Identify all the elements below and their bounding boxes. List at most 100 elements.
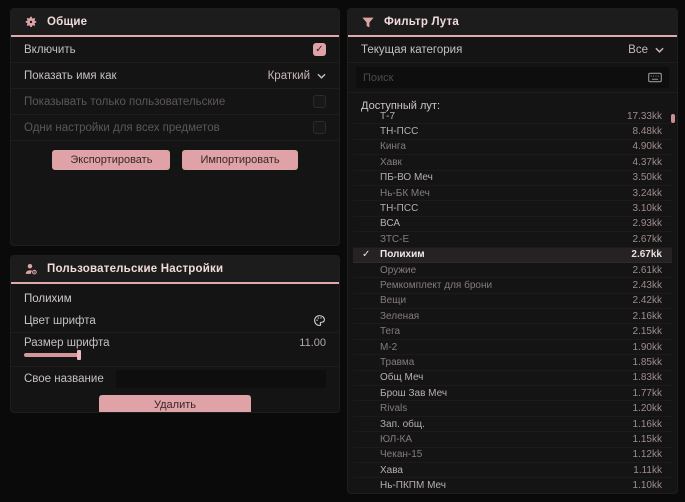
- loot-item-value: 1.10kk: [632, 480, 662, 491]
- search-input[interactable]: [363, 71, 648, 84]
- loot-item-name: ВСА: [380, 218, 401, 230]
- loot-item-row[interactable]: ✓ Полихим 2.67kk: [353, 247, 672, 263]
- general-panel-header: Общие: [11, 9, 339, 37]
- loot-item-row[interactable]: ПБ-ВО Меч 3.50kk: [353, 171, 672, 186]
- only-custom-label: Показывать только пользовательские: [24, 95, 226, 108]
- loot-item-row[interactable]: Ремкомплект для брони 2.43kk: [353, 278, 672, 294]
- loot-item-name: ТН-ПСС: [380, 126, 419, 138]
- custom-settings-title: Пользовательские Настройки: [47, 263, 224, 275]
- show-name-row: Показать имя как Краткий: [11, 63, 339, 89]
- custom-name-row: Свое название: [11, 367, 339, 391]
- font-size-slider[interactable]: [24, 350, 81, 360]
- loot-item-value: 1.90kk: [632, 341, 662, 353]
- loot-item-row[interactable]: Тега 2.15kk: [353, 324, 672, 340]
- loot-item-row[interactable]: Вещи 2.42kk: [353, 294, 672, 310]
- loot-item-name: ПБ-ВО Меч: [380, 172, 433, 184]
- category-dropdown[interactable]: Все: [628, 44, 664, 56]
- loot-filter-title: Фильтр Лута: [384, 16, 459, 28]
- loot-item-row[interactable]: Чекан-15 1.12kk: [353, 448, 672, 463]
- custom-settings-panel: Пользовательские Настройки Полихим Цвет …: [10, 255, 340, 413]
- check-icon: ✓: [362, 249, 371, 261]
- chevron-down-icon: [317, 73, 326, 79]
- loot-item-row[interactable]: ЗТС-Е 2.67kk: [353, 232, 672, 248]
- loot-item-name: Хава: [380, 464, 403, 476]
- loot-item-name: Общ Меч: [380, 372, 424, 384]
- loot-item-row[interactable]: Т-7 17.33kk: [353, 109, 672, 125]
- selected-item-name: Полихим: [24, 293, 72, 305]
- loot-item-row[interactable]: ТН-ПСС 3.10kk: [353, 201, 672, 217]
- category-value: Все: [628, 43, 648, 56]
- loot-item-name: Брош Зав Меч: [380, 387, 448, 399]
- enable-label: Включить: [24, 43, 76, 56]
- loot-item-name: Нь-БК Меч: [380, 187, 430, 199]
- export-button[interactable]: Экспортировать: [52, 150, 171, 170]
- loot-item-name: ТН-ПСС: [380, 203, 419, 215]
- loot-item-name: Зеленая: [380, 310, 420, 322]
- loot-item-row[interactable]: ВСА 2.93kk: [353, 217, 672, 233]
- only-custom-checkbox[interactable]: [313, 95, 326, 108]
- loot-item-row[interactable]: Хавк 4.37kk: [353, 155, 672, 171]
- delete-button[interactable]: Удалить: [99, 395, 251, 412]
- slider-thumb-handle[interactable]: [77, 350, 81, 360]
- loot-item-row[interactable]: Rivals 1.20kk: [353, 401, 672, 417]
- loot-item-value: 2.67kk: [631, 249, 662, 261]
- same-settings-row: Одни настройки для всех предметов: [11, 115, 339, 141]
- loot-item-value: 1.12kk: [632, 449, 662, 461]
- enable-checkbox[interactable]: ✓: [313, 43, 326, 56]
- loot-item-value: 1.16kk: [632, 418, 662, 430]
- user-gear-icon: [24, 262, 38, 276]
- loot-item-row[interactable]: Нь-ПКПМ Меч 1.10kk: [353, 478, 672, 491]
- scrollbar-thumb[interactable]: [671, 114, 675, 123]
- loot-item-row[interactable]: М-2 1.90kk: [353, 340, 672, 356]
- loot-item-row[interactable]: Травма 1.85kk: [353, 355, 672, 371]
- general-panel-title: Общие: [47, 16, 88, 28]
- loot-item-row[interactable]: ТН-ПСС 8.48kk: [353, 124, 672, 140]
- keyboard-icon[interactable]: [648, 72, 662, 83]
- show-name-value: Краткий: [267, 69, 310, 82]
- loot-item-name: Травма: [380, 356, 415, 368]
- loot-filter-panel: Фильтр Лута Текущая категория Все Доступ…: [347, 8, 678, 494]
- search-row: [348, 63, 677, 93]
- loot-item-row[interactable]: Брош Зав Меч 1.77kk: [353, 386, 672, 402]
- loot-item-name: Оружие: [380, 264, 417, 276]
- category-row: Текущая категория Все: [348, 37, 677, 63]
- show-name-dropdown[interactable]: Краткий: [268, 70, 326, 82]
- loot-item-row[interactable]: Оружие 2.61kk: [353, 263, 672, 279]
- loot-item-name: Ремкомплект для брони: [380, 279, 493, 291]
- import-button[interactable]: Импортировать: [182, 150, 298, 170]
- loot-item-row[interactable]: Кинга 4.90kk: [353, 140, 672, 156]
- loot-item-value: 3.10kk: [632, 203, 662, 215]
- palette-icon[interactable]: [313, 314, 326, 327]
- loot-item-value: 17.33kk: [626, 110, 662, 122]
- loot-item-name: Кинга: [380, 141, 406, 153]
- same-settings-label: Одни настройки для всех предметов: [24, 121, 220, 134]
- general-panel: Общие Включить ✓ Показать имя как Кратки…: [10, 8, 340, 246]
- loot-item-value: 2.15kk: [632, 326, 662, 338]
- loot-item-row[interactable]: Нь-БК Меч 3.24kk: [353, 186, 672, 202]
- loot-item-value: 2.61kk: [632, 264, 662, 276]
- loot-item-row[interactable]: Зап. общ. 1.16kk: [353, 417, 672, 433]
- loot-item-value: 1.20kk: [632, 403, 662, 415]
- font-color-row: Цвет шрифта: [11, 309, 339, 333]
- loot-item-row[interactable]: Общ Меч 1.83kk: [353, 371, 672, 387]
- custom-name-input[interactable]: [115, 370, 326, 388]
- loot-item-value: 3.50kk: [632, 172, 662, 184]
- loot-item-row[interactable]: ЮЛ-КА 1.15kk: [353, 432, 672, 448]
- show-name-label: Показать имя как: [24, 69, 117, 82]
- font-size-value: 11.00: [299, 337, 326, 349]
- only-custom-row: Показывать только пользовательские: [11, 89, 339, 115]
- font-size-label: Размер шрифта: [24, 337, 110, 349]
- loot-item-row[interactable]: Хава 1.11kk: [353, 463, 672, 479]
- loot-item-name: Rivals: [380, 403, 408, 415]
- chevron-down-icon: [655, 47, 664, 53]
- loot-item-name: Нь-ПКПМ Меч: [380, 480, 446, 491]
- gear-icon: [24, 15, 38, 29]
- export-import-row: Экспортировать Импортировать: [11, 141, 339, 179]
- loot-item-name: ЮЛ-КА: [380, 433, 413, 445]
- loot-list: Т-7 17.33kk ТН-ПСС 8.48kk Кинга 4.90kk Хавк 4.3…: [353, 109, 672, 491]
- loot-item-value: 4.90kk: [632, 141, 662, 153]
- loot-item-row[interactable]: Зеленая 2.16kk: [353, 309, 672, 325]
- same-settings-checkbox[interactable]: [313, 121, 326, 134]
- loot-item-name: Зап. общ.: [380, 418, 425, 430]
- delete-row: Удалить: [11, 391, 339, 412]
